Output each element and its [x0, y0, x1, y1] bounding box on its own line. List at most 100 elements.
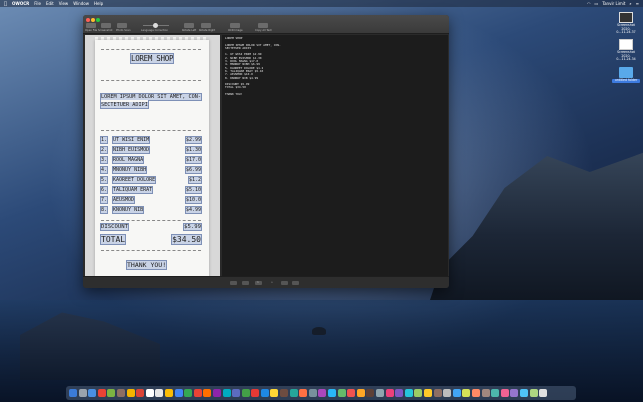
desktop-screenshot-2[interactable]: Screenshot 2020-0...11.24.34 — [612, 39, 640, 62]
dock-app-icon[interactable] — [164, 389, 173, 397]
receipt-title: LOREM SHOP — [129, 53, 175, 64]
dock-app-icon[interactable] — [116, 389, 125, 397]
menu-file[interactable]: File — [34, 1, 41, 6]
rotate-left-label: Rotate Left — [182, 29, 197, 32]
open-file-button[interactable] — [86, 23, 96, 28]
dock-app-icon[interactable] — [471, 389, 480, 397]
menu-edit[interactable]: Edit — [46, 1, 54, 6]
rotate-right-button[interactable] — [201, 23, 211, 28]
dock-app-icon[interactable] — [395, 389, 404, 397]
receipt-total: TOTAL $34.50 — [99, 234, 202, 245]
zoom-window-button[interactable] — [96, 18, 100, 22]
dock-app-icon[interactable] — [184, 389, 193, 397]
dock-app-icon[interactable] — [308, 389, 317, 397]
dock-app-icon[interactable] — [145, 389, 154, 397]
receipt-item: 4. MNONUY NIBH $6.99 — [99, 166, 203, 174]
last-page-button[interactable] — [292, 281, 299, 285]
minimize-window-button[interactable] — [91, 18, 95, 22]
photo-scan-button[interactable] — [117, 23, 127, 28]
dock-app-icon[interactable] — [174, 389, 183, 397]
control-center-icon[interactable]: ≡ — [636, 1, 639, 6]
dock-app-icon[interactable] — [452, 389, 461, 397]
receipt-divider — [101, 130, 201, 131]
dock-app-icon[interactable] — [404, 389, 413, 397]
dock-app-icon[interactable] — [462, 389, 471, 397]
dock-app-icon[interactable] — [270, 389, 279, 397]
dock-app-icon[interactable] — [193, 389, 202, 397]
language-correction-slider-knob[interactable] — [153, 23, 158, 28]
dock-app-icon[interactable] — [414, 389, 423, 397]
desktop-icon-sublabel: 2020-0...11.24.34 — [616, 53, 636, 62]
dock-app-icon[interactable] — [97, 389, 106, 397]
dock-app-icon[interactable] — [500, 389, 509, 397]
ocr-image-label: OCR Image — [228, 29, 243, 32]
dock-app-icon[interactable] — [280, 389, 289, 397]
dock-app-icon[interactable] — [347, 389, 356, 397]
ocr-text-output-pane[interactable]: LOREM SHOP LOREM IPSUM DOLOR SIT AMET, C… — [222, 35, 448, 286]
ocr-image-button[interactable] — [230, 23, 240, 28]
dock-app-icon[interactable] — [136, 389, 145, 397]
dock-app-icon[interactable] — [366, 389, 375, 397]
image-preview-pane[interactable]: LOREM SHOP LOREM IPSUM DOLOR SIT AMET, C… — [85, 35, 220, 286]
dock-app-icon[interactable] — [126, 389, 135, 397]
dock-app-icon[interactable] — [385, 389, 394, 397]
dock-app-icon[interactable] — [222, 389, 231, 397]
dock-app-icon[interactable] — [107, 389, 116, 397]
app-menu[interactable]: OWOCR — [12, 1, 29, 6]
dock-app-icon[interactable] — [510, 389, 519, 397]
dock-app-icon[interactable] — [260, 389, 269, 397]
dock-app-icon[interactable] — [356, 389, 365, 397]
wifi-icon[interactable]: ◠ — [587, 1, 591, 6]
receipt-divider — [101, 220, 201, 221]
dock-app-icon[interactable] — [155, 389, 164, 397]
receipt-item: 3. ROOL MAGNA $17.0 — [99, 156, 203, 164]
dock-app-icon[interactable] — [251, 389, 260, 397]
receipt-item: 7. AEUSMOD $10.0 — [99, 196, 203, 204]
open-file-label: Open File — [85, 29, 98, 32]
dock-app-icon[interactable] — [433, 389, 442, 397]
dock-app-icon[interactable] — [328, 389, 337, 397]
search-icon[interactable]: ⌕ — [629, 1, 631, 6]
dock-app-icon[interactable] — [539, 389, 548, 397]
dock-app-icon[interactable] — [212, 389, 221, 397]
dock-app-icon[interactable] — [69, 389, 77, 397]
dock-app-icon[interactable] — [481, 389, 490, 397]
dock-app-icon[interactable] — [289, 389, 298, 397]
next-page-button[interactable] — [281, 281, 288, 285]
dock-app-icon[interactable] — [337, 389, 346, 397]
receipt-divider — [101, 250, 201, 251]
screenshot-button[interactable] — [101, 23, 111, 28]
menu-window[interactable]: Window — [73, 1, 89, 6]
receipt-item: 2. NIBH EUISMOD $1.30 — [99, 146, 203, 154]
receipt-item: 6. TALIQUAM ERAT $5.10 — [99, 186, 203, 194]
dock-app-icon[interactable] — [299, 389, 308, 397]
dock-app-icon[interactable] — [232, 389, 241, 397]
desktop-screenshot-1[interactable]: Screenshot 2020-0...11.24.37 — [612, 12, 640, 35]
dock-app-icon[interactable] — [318, 389, 327, 397]
dock-app-icon[interactable] — [491, 389, 500, 397]
ocr-text-output[interactable]: LOREM SHOP LOREM IPSUM DOLOR SIT AMET, C… — [225, 36, 445, 96]
dock-app-icon[interactable] — [376, 389, 384, 397]
dock-app-icon[interactable] — [203, 389, 212, 397]
dock-app-icon[interactable] — [443, 389, 452, 397]
copy-all-text-button[interactable] — [258, 23, 268, 28]
previous-page-button[interactable] — [242, 281, 249, 285]
rotate-left-button[interactable] — [184, 23, 194, 28]
close-window-button[interactable] — [86, 18, 90, 22]
dock-app-icon[interactable] — [519, 389, 528, 397]
menu-view[interactable]: View — [59, 1, 69, 6]
dock — [66, 386, 576, 400]
dock-app-icon[interactable] — [423, 389, 432, 397]
first-page-button[interactable] — [230, 281, 237, 285]
apple-menu-icon[interactable]:  — [4, 1, 7, 7]
dock-app-icon[interactable] — [241, 389, 250, 397]
battery-icon[interactable]: ▭ — [595, 1, 599, 6]
receipt-discount: DISCOUNT $5.99 — [100, 223, 202, 231]
next-arrows-icon[interactable]: » — [271, 280, 273, 284]
dock-app-icon[interactable] — [78, 389, 87, 397]
desktop-folder[interactable]: untitled folder — [612, 67, 640, 83]
menu-user[interactable]: Tanvir Limit — [602, 1, 625, 6]
dock-app-icon[interactable] — [88, 389, 97, 397]
menu-help[interactable]: Help — [94, 1, 103, 6]
dock-app-icon[interactable] — [529, 389, 538, 397]
